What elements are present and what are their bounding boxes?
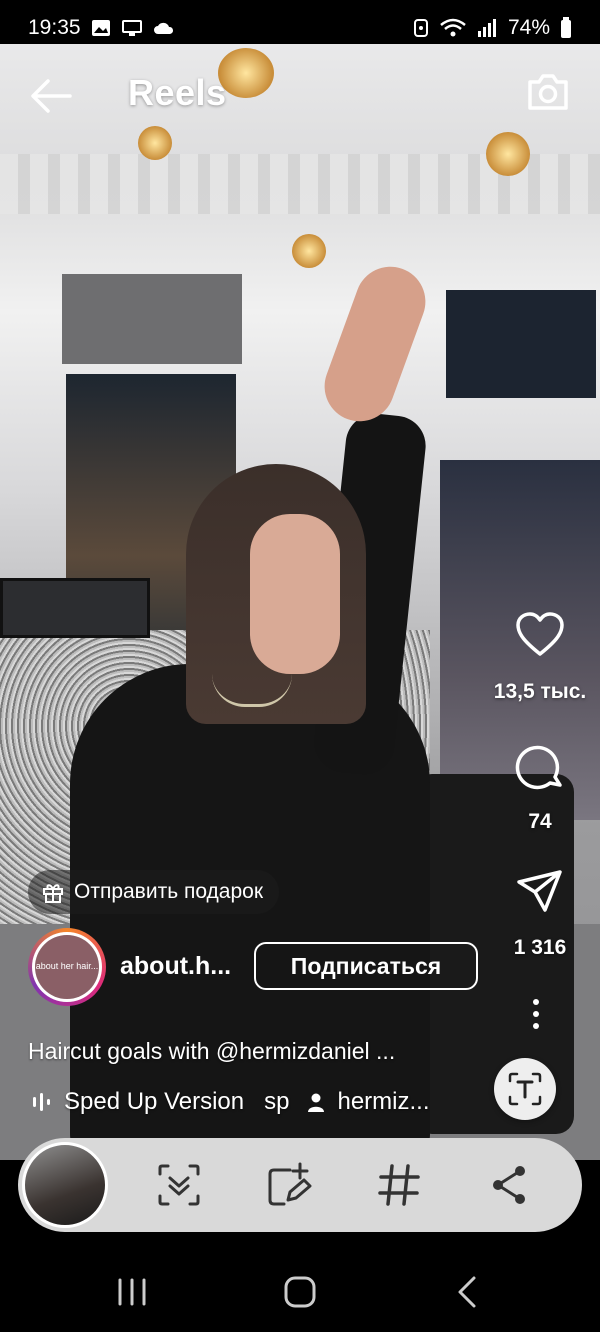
like-button[interactable]: 13,5 тыс. bbox=[480, 612, 600, 704]
send-gift-label: Отправить подарок bbox=[74, 880, 264, 903]
scan-icon[interactable] bbox=[156, 1162, 202, 1208]
comment-button[interactable]: 74 bbox=[480, 742, 600, 834]
page-title: Reels bbox=[128, 72, 227, 113]
comment-icon bbox=[515, 745, 562, 790]
person-hand bbox=[314, 256, 436, 432]
status-time: 19:35 bbox=[28, 16, 81, 39]
account-avatar[interactable]: about her hair... bbox=[28, 928, 106, 1006]
audio-track-name: Sped Up Version bbox=[64, 1088, 245, 1115]
share-button[interactable]: 1 316 bbox=[480, 868, 600, 960]
audio-waveform-icon bbox=[33, 1093, 50, 1111]
hashtag-icon[interactable] bbox=[376, 1162, 422, 1208]
more-options-icon[interactable] bbox=[526, 996, 546, 1032]
ceiling-lamp bbox=[486, 132, 530, 176]
wifi-icon bbox=[440, 18, 466, 37]
gift-icon bbox=[43, 884, 63, 903]
background-window bbox=[62, 274, 242, 364]
recent-apps-icon[interactable] bbox=[112, 1274, 152, 1310]
alarm-icon bbox=[413, 19, 428, 37]
tagged-user: hermiz... bbox=[337, 1088, 430, 1115]
share-count: 1 316 bbox=[513, 936, 567, 959]
text-recognition-button[interactable] bbox=[494, 1058, 556, 1120]
gallery-icon bbox=[91, 20, 110, 36]
heart-icon bbox=[516, 612, 564, 656]
screen-icon bbox=[121, 20, 142, 36]
like-count: 13,5 тыс. bbox=[493, 680, 587, 703]
cloud-icon bbox=[153, 22, 173, 34]
text-scan-icon bbox=[508, 1072, 542, 1106]
background-window bbox=[446, 290, 596, 398]
add-edit-icon[interactable] bbox=[266, 1162, 312, 1208]
bottom-toolbar bbox=[18, 1138, 582, 1232]
follow-button[interactable]: Подписаться bbox=[254, 942, 478, 990]
reels-header: Reels bbox=[0, 60, 600, 132]
back-icon[interactable] bbox=[448, 1274, 488, 1310]
battery-icon bbox=[561, 17, 571, 38]
system-navigation-bar bbox=[0, 1250, 600, 1332]
avatar-image: about her hair... bbox=[35, 935, 99, 999]
comment-count: 74 bbox=[528, 810, 552, 833]
camera-icon[interactable] bbox=[524, 68, 572, 116]
person-face bbox=[250, 514, 340, 674]
send-icon bbox=[517, 870, 562, 912]
home-icon[interactable] bbox=[280, 1274, 320, 1310]
person-tag-icon bbox=[308, 1093, 325, 1112]
account-username[interactable]: about.h... bbox=[120, 952, 240, 981]
audio-artist: sp bbox=[264, 1088, 290, 1115]
signal-icon bbox=[477, 19, 496, 37]
avatar-ring: about her hair... bbox=[32, 932, 102, 1002]
share-icon[interactable] bbox=[486, 1162, 532, 1208]
send-gift-button[interactable]: Отправить подарок bbox=[28, 870, 280, 914]
reel-thumbnail[interactable] bbox=[22, 1142, 108, 1228]
battery-percent: 74% bbox=[507, 16, 550, 39]
ceiling-lamp bbox=[292, 234, 326, 268]
salon-monitor bbox=[0, 578, 150, 638]
audio-row[interactable]: Sped Up Version sp hermiz... bbox=[32, 1088, 430, 1116]
back-arrow-icon[interactable] bbox=[26, 74, 76, 118]
reel-caption[interactable]: Haircut goals with @hermizdaniel ... bbox=[28, 1038, 468, 1065]
